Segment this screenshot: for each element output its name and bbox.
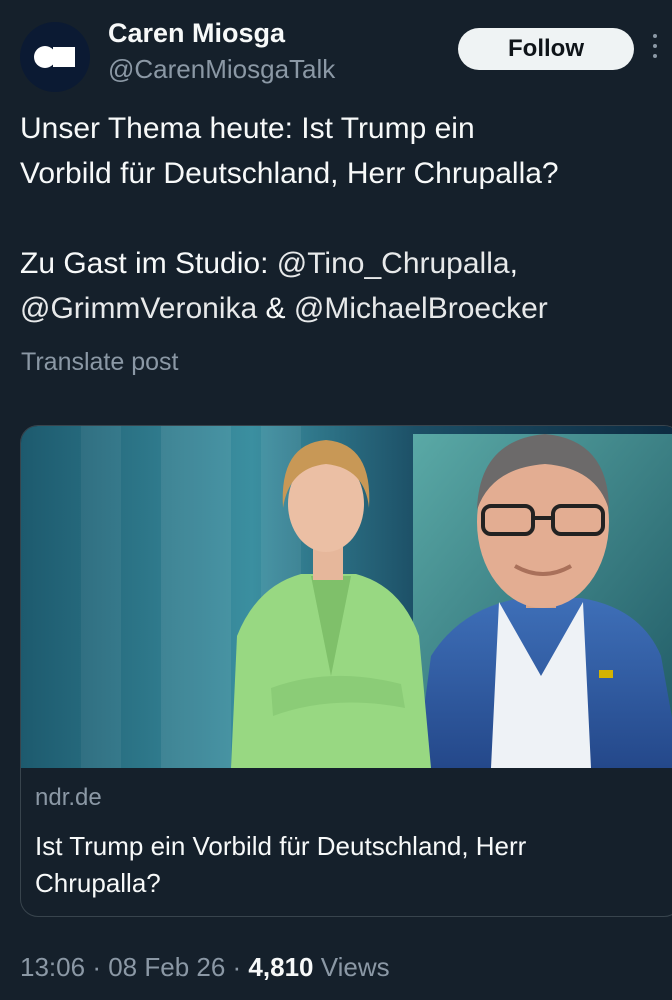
post-line: Vorbild für Deutschland, Herr Chrupalla? (20, 157, 559, 190)
talkshow-logo-icon (34, 46, 75, 68)
card-domain: ndr.de (35, 784, 102, 811)
avatar[interactable] (20, 22, 90, 92)
views-label: Views (320, 952, 390, 982)
card-title[interactable]: Ist Trump ein Vorbild für Deutschland, H… (35, 828, 635, 902)
post-meta: 13:06 · 08 Feb 26 · 4,810 Views (20, 952, 390, 983)
mention-link[interactable]: @Tino_Chrupalla (277, 247, 510, 280)
translate-post-link[interactable]: Translate post (21, 348, 178, 377)
follow-button[interactable]: Follow (458, 28, 634, 70)
post-text-segment: & (257, 292, 294, 325)
post-text-segment: Zu Gast im Studio: (20, 247, 277, 280)
post-text: Unser Thema heute: Ist Trump ein Vorbild… (20, 106, 672, 331)
author-handle[interactable]: @CarenMiosgaTalk (108, 54, 335, 85)
mention-link[interactable]: @MichaelBroecker (294, 292, 548, 325)
separator-dot: · (92, 952, 109, 982)
post-line: Unser Thema heute: Ist Trump ein (20, 112, 475, 145)
post-header: Caren Miosga @CarenMiosgaTalk Follow (0, 0, 672, 100)
more-vertical-icon[interactable] (650, 34, 660, 64)
post-time[interactable]: 13:06 (20, 952, 85, 982)
separator-dot: · (232, 952, 249, 982)
post-line: Zu Gast im Studio: @Tino_Chrupalla, (20, 241, 672, 286)
card-image[interactable] (21, 426, 672, 768)
author-name[interactable]: Caren Miosga (108, 18, 285, 49)
post-date[interactable]: 08 Feb 26 (108, 952, 225, 982)
views-count: 4,810 (248, 952, 314, 982)
mention-link[interactable]: @GrimmVeronika (20, 292, 257, 325)
link-card[interactable]: ndr.de Ist Trump ein Vorbild für Deutsch… (20, 425, 672, 917)
post-line: @GrimmVeronika & @MichaelBroecker (20, 286, 672, 331)
post-text-segment: , (509, 247, 518, 280)
